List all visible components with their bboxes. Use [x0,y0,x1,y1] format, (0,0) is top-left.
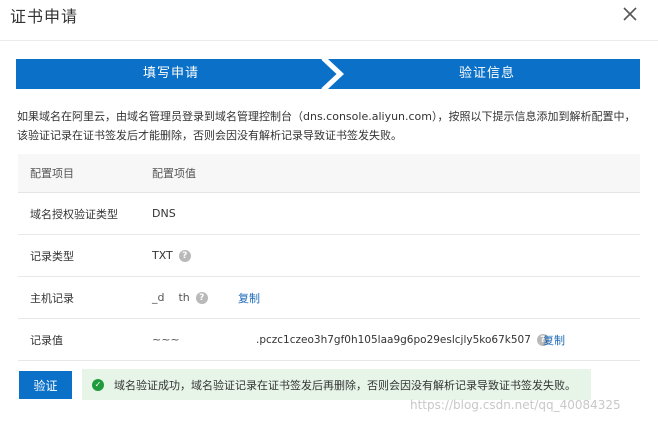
watermark-text: https://blog.csdn.net/qq_40084325 [410,398,621,412]
steps-bar: 填写申请 验证信息 [16,59,640,89]
copy-cell: 复制 [543,319,565,360]
copy-record-value-link[interactable]: 复制 [543,332,565,348]
table-row: 域名授权验证类型 DNS [18,193,640,235]
success-alert: ✓ 域名验证成功，域名验证记录在证书签发后再删除，否则会因没有解析记录导致证书签… [82,369,591,400]
close-icon[interactable] [617,1,643,27]
header-config-value: 配置项值 [152,167,196,180]
row-value: DNS [152,207,176,220]
copy-cell: 复制 [238,277,260,318]
row-value-cell: TXT ? [152,235,191,276]
table-row: 主机记录 _d th ? 复制 [18,277,640,319]
row-label: 主机记录 [30,291,74,305]
row-label: 域名授权验证类型 [30,207,118,221]
header-config-item: 配置项目 [30,167,74,180]
step-verify-info: 验证信息 [458,66,515,81]
row-value-prefix-cell: ~~~ [152,319,180,360]
check-circle-icon: ✓ [92,378,104,391]
row-value: TXT [152,249,173,262]
table-header-row: 配置项目 配置项值 [18,154,640,193]
instruction-text: 如果域名在阿里云，由域名管理员登录到域名管理控制台（dns.console.al… [17,110,636,142]
config-table: 配置项目 配置项值 域名授权验证类型 DNS 记录类型 TXT ? 主机记录 _… [18,154,640,361]
masked-prefix: ~~~ [152,333,180,346]
row-value-cell: _d th ? [152,277,208,318]
question-icon[interactable]: ? [178,249,191,262]
question-icon[interactable]: ? [195,291,208,304]
success-message: 域名验证成功，域名验证记录在证书签发后再删除，否则会因没有解析记录导致证书签发失… [114,378,576,392]
copy-host-record-link[interactable]: 复制 [238,290,260,306]
close-x-glyph [623,7,637,21]
dialog-title: 证书申请 [10,7,79,26]
row-value-cell: .pczc1czeo3h7gf0h105laa9g6po29eslcjly5ko… [256,319,549,360]
row-value: _d th [152,291,190,304]
certificate-apply-dialog: 证书申请 填写申请 验证信息 如果域名在阿里云，由域名管理员登录到域名管理控制台… [0,0,658,424]
table-row: 记录值 ~~~ .pczc1czeo3h7gf0h105laa9g6po29es… [18,319,640,361]
step-fill-application: 填写申请 [142,66,199,81]
row-label: 记录类型 [30,249,74,263]
row-value: .pczc1czeo3h7gf0h105laa9g6po29eslcjly5ko… [256,333,531,346]
table-row: 记录类型 TXT ? [18,235,640,277]
verify-button[interactable]: 验证 [19,371,72,399]
row-label: 记录值 [30,333,63,347]
header-divider [0,40,658,41]
